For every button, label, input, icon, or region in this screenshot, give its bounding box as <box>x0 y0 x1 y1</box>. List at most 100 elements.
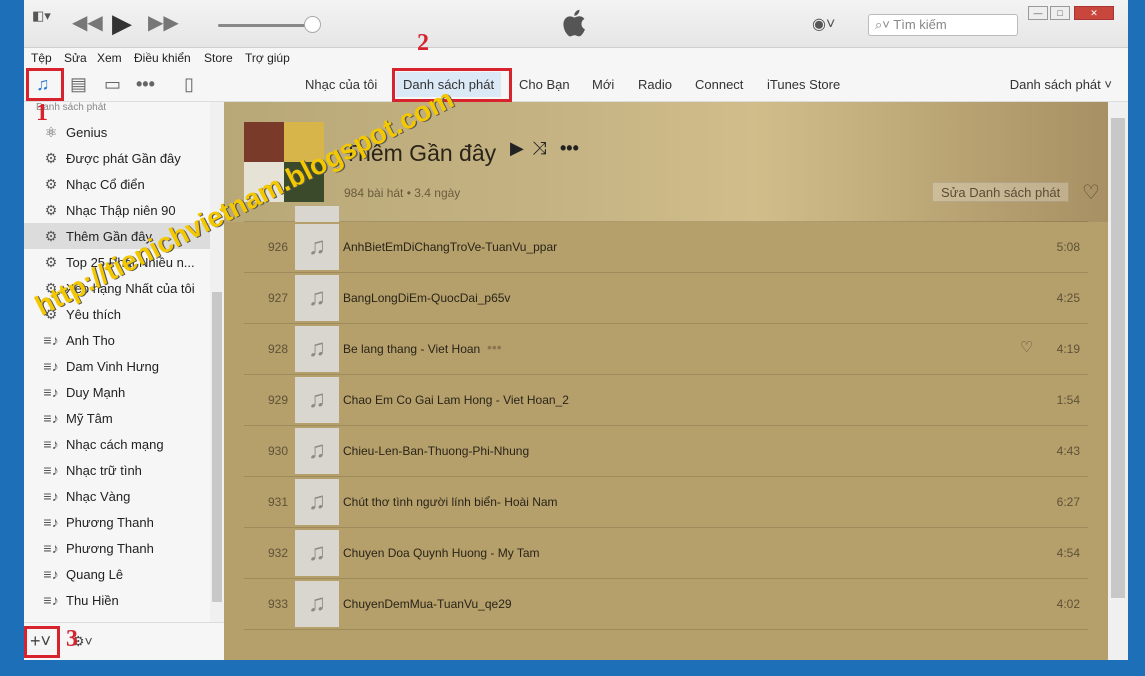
menu-edit[interactable]: Sửa <box>64 51 87 65</box>
table-row[interactable]: 928 ♫ Be lang thang - Viet Hoan ••• ♡ 4:… <box>244 324 1088 375</box>
track-number: 931 <box>267 495 288 509</box>
song-duration: 4:02 <box>1056 597 1080 611</box>
more-options-icon[interactable]: ••• <box>487 339 502 355</box>
playlist-icon: ≡♪ <box>43 462 59 478</box>
song-title: Chieu-Len-Ban-Thuong-Phi-Nhung <box>343 444 530 458</box>
table-row[interactable]: 931 ♫ Chút thơ tình người lính biển- Hoà… <box>244 477 1088 528</box>
tv-icon[interactable]: ▭ <box>104 74 121 95</box>
table-row[interactable]: 933 ♫ ChuyenDemMua-TuanVu_qe29 4:02 <box>244 579 1088 630</box>
track-number: 929 <box>267 393 288 407</box>
more-icon[interactable]: ••• <box>136 74 155 95</box>
tab-new[interactable]: Mới <box>592 77 614 92</box>
edit-playlist-button[interactable]: Sửa Danh sách phát <box>932 182 1070 202</box>
table-row[interactable]: 929 ♫ Chao Em Co Gai Lam Hong - Viet Hoa… <box>244 375 1088 426</box>
gear-icon: ⚙ <box>44 201 58 218</box>
table-row[interactable]: 930 ♫ Chieu-Len-Ban-Thuong-Phi-Nhung 4:4… <box>244 426 1088 477</box>
title-bar: ◧▾ ◀◀ ▶ ▶▶ ◉˅ ⌕˅ Tìm kiếm — □ ✕ <box>24 0 1128 48</box>
sidebar-item-label: Phương Thanh <box>66 540 154 556</box>
music-note-icon: ♫ <box>295 377 339 423</box>
playlist-icon: ≡♪ <box>43 514 59 530</box>
song-duration: 6:27 <box>1056 495 1080 509</box>
shuffle-icon[interactable]: ⤨ <box>532 138 546 159</box>
sidebar-item-genius[interactable]: ⚛ Genius <box>40 119 220 145</box>
song-title: Chút thơ tình người lính biển- Hoài Nam <box>343 495 558 509</box>
menu-file[interactable]: Tệp <box>31 51 52 65</box>
fast-forward-icon[interactable]: ▶▶ <box>148 10 179 35</box>
play-icon[interactable]: ▶ <box>112 8 132 39</box>
sidebar-item-label: Thu Hiền <box>66 592 119 608</box>
tab-connect[interactable]: Connect <box>695 77 743 92</box>
search-icon: ⌕˅ <box>875 17 890 32</box>
sidebar-item-playlist[interactable]: ≡♪ Phương Thanh <box>40 535 220 561</box>
menu-store[interactable]: Store <box>204 51 233 65</box>
window-menu-icon[interactable]: ◧▾ <box>32 8 51 24</box>
view-options-label: Danh sách phát <box>1009 77 1101 92</box>
sidebar-item-playlist[interactable]: ≡♪ Nhạc trữ tình <box>40 457 220 483</box>
sidebar-item-classical[interactable]: ⚙ Nhạc Cổ điển <box>40 171 220 197</box>
playlist-icon: ≡♪ <box>43 540 59 556</box>
playlist-icon: ≡♪ <box>43 332 59 348</box>
view-options-dropdown[interactable]: Danh sách phát ˅ <box>1010 77 1112 92</box>
sidebar-item-playlist[interactable]: ≡♪ Dam Vinh Hưng <box>40 353 220 379</box>
sidebar-item-playlist[interactable]: ≡♪ Mỹ Tâm <box>40 405 220 431</box>
more-options-icon[interactable]: ••• <box>560 138 579 159</box>
device-icon[interactable]: ▯ <box>184 74 194 95</box>
menu-bar: Tệp Sửa Xem Điều khiển Store Trợ giúp <box>24 48 1128 68</box>
music-note-icon: ♫ <box>295 326 339 372</box>
song-title: ChuyenDemMua-TuanVu_qe29 <box>343 597 512 611</box>
main-scrollbar-thumb[interactable] <box>1111 118 1125 598</box>
table-row-partial <box>244 206 1088 222</box>
volume-knob[interactable] <box>304 16 321 33</box>
sidebar-item-label: Nhạc Thập niên 90 <box>66 202 176 218</box>
gear-icon: ⚙ <box>44 227 58 244</box>
tab-my-music[interactable]: Nhạc của tôi <box>305 77 377 92</box>
account-icon[interactable]: ◉˅ <box>812 14 835 34</box>
sidebar: Danh sách phát ⚛ Genius ⚙ Được phát Gần đâ… <box>24 102 224 622</box>
sidebar-item-playlist[interactable]: ≡♪ Duy Mạnh <box>40 379 220 405</box>
sidebar-item-playlist[interactable]: ≡♪ Nhạc Vàng <box>40 483 220 509</box>
sidebar-item-playlist[interactable]: ≡♪ Thu Hiền <box>40 587 220 613</box>
sidebar-item-label: Genius <box>66 124 108 140</box>
close-button[interactable]: ✕ <box>1074 6 1114 20</box>
gear-icon: ⚙ <box>44 175 58 192</box>
sidebar-item-recently-played[interactable]: ⚙ Được phát Gần đây <box>40 145 220 171</box>
table-row[interactable]: 932 ♫ Chuyen Doa Quynh Huong - My Tam 4:… <box>244 528 1088 579</box>
track-number: 926 <box>267 240 288 254</box>
song-title: Be lang thang - Viet Hoan <box>343 342 481 356</box>
tab-for-you[interactable]: Cho Bạn <box>519 77 570 92</box>
table-row[interactable]: 927 ♫ BangLongDiEm-QuocDai_p65v 4:25 <box>244 273 1088 324</box>
sidebar-item-playlist[interactable]: ≡♪ Anh Tho <box>40 327 220 353</box>
song-duration: 4:54 <box>1056 546 1080 560</box>
sidebar-item-playlist[interactable]: ≡♪ Nhạc cách mạng <box>40 431 220 457</box>
apple-logo-icon <box>563 9 585 37</box>
tab-radio[interactable]: Radio <box>638 77 672 92</box>
menu-view[interactable]: Xem <box>97 51 122 65</box>
sidebar-scrollbar-thumb[interactable] <box>212 292 222 602</box>
search-input[interactable]: ⌕˅ Tìm kiếm <box>868 14 1018 36</box>
main-scrollbar[interactable] <box>1108 102 1128 660</box>
menu-help[interactable]: Trợ giúp <box>245 51 290 65</box>
track-number: 930 <box>267 444 288 458</box>
maximize-button[interactable]: □ <box>1050 6 1070 20</box>
sidebar-item-label: Nhạc Cổ điển <box>66 176 145 192</box>
sidebar-item-playlist[interactable]: ≡♪ Quang Lê <box>40 561 220 587</box>
table-row[interactable]: 926 ♫ AnhBietEmDiChangTroVe-TuanVu_ppar … <box>244 222 1088 273</box>
rewind-icon[interactable]: ◀◀ <box>72 10 103 35</box>
playlist-icon: ≡♪ <box>43 436 59 452</box>
playlist-icon: ≡♪ <box>43 566 59 582</box>
heart-icon[interactable]: ♡ <box>1082 180 1100 205</box>
music-note-icon: ♫ <box>295 581 339 627</box>
sidebar-item-playlist[interactable]: ≡♪ Phương Thanh <box>40 509 220 535</box>
sidebar-item-label: Quang Lê <box>66 566 124 582</box>
menu-controls[interactable]: Điều khiển <box>134 51 191 65</box>
music-note-icon: ♫ <box>295 428 339 474</box>
tab-itunes-store[interactable]: iTunes Store <box>767 77 840 92</box>
play-playlist-icon[interactable]: ▶ <box>510 138 524 159</box>
heart-icon[interactable]: ♡ <box>1020 338 1033 356</box>
gear-icon: ⚙ <box>44 149 58 166</box>
volume-slider[interactable] <box>218 24 314 27</box>
minimize-button[interactable]: — <box>1028 6 1048 20</box>
song-duration: 5:08 <box>1056 240 1080 254</box>
playlist-icon: ≡♪ <box>43 384 59 400</box>
movies-icon[interactable]: ▤ <box>70 74 87 95</box>
